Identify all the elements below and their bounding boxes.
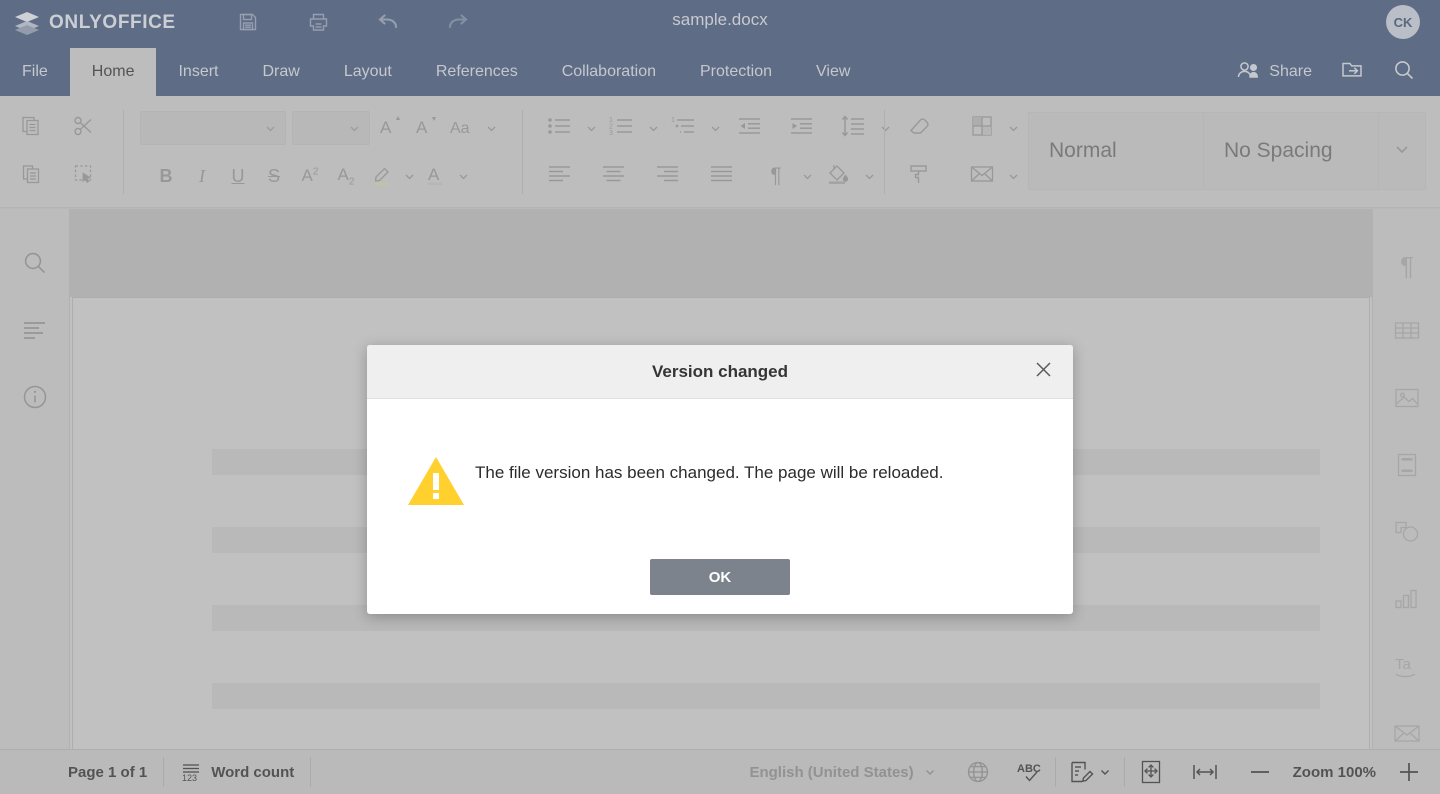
onlyoffice-document-editor: ONLYOFFICE sample.docx CK File Home Inse… [0,0,1440,794]
close-icon [1034,360,1053,384]
dialog-message: The file version has been changed. The p… [475,463,944,482]
dialog-footer: OK [367,559,1073,614]
warning-triangle-icon [407,455,465,512]
close-button[interactable] [1025,354,1061,390]
warning-icon-wrapper [397,453,475,512]
dialog-title: Version changed [651,361,789,381]
ok-button[interactable]: OK [650,559,790,595]
dialog-header: Version changed [367,345,1073,399]
dialog-body: The file version has been changed. The p… [367,399,1073,559]
version-changed-dialog: Version changed The file version has bee… [367,345,1073,614]
